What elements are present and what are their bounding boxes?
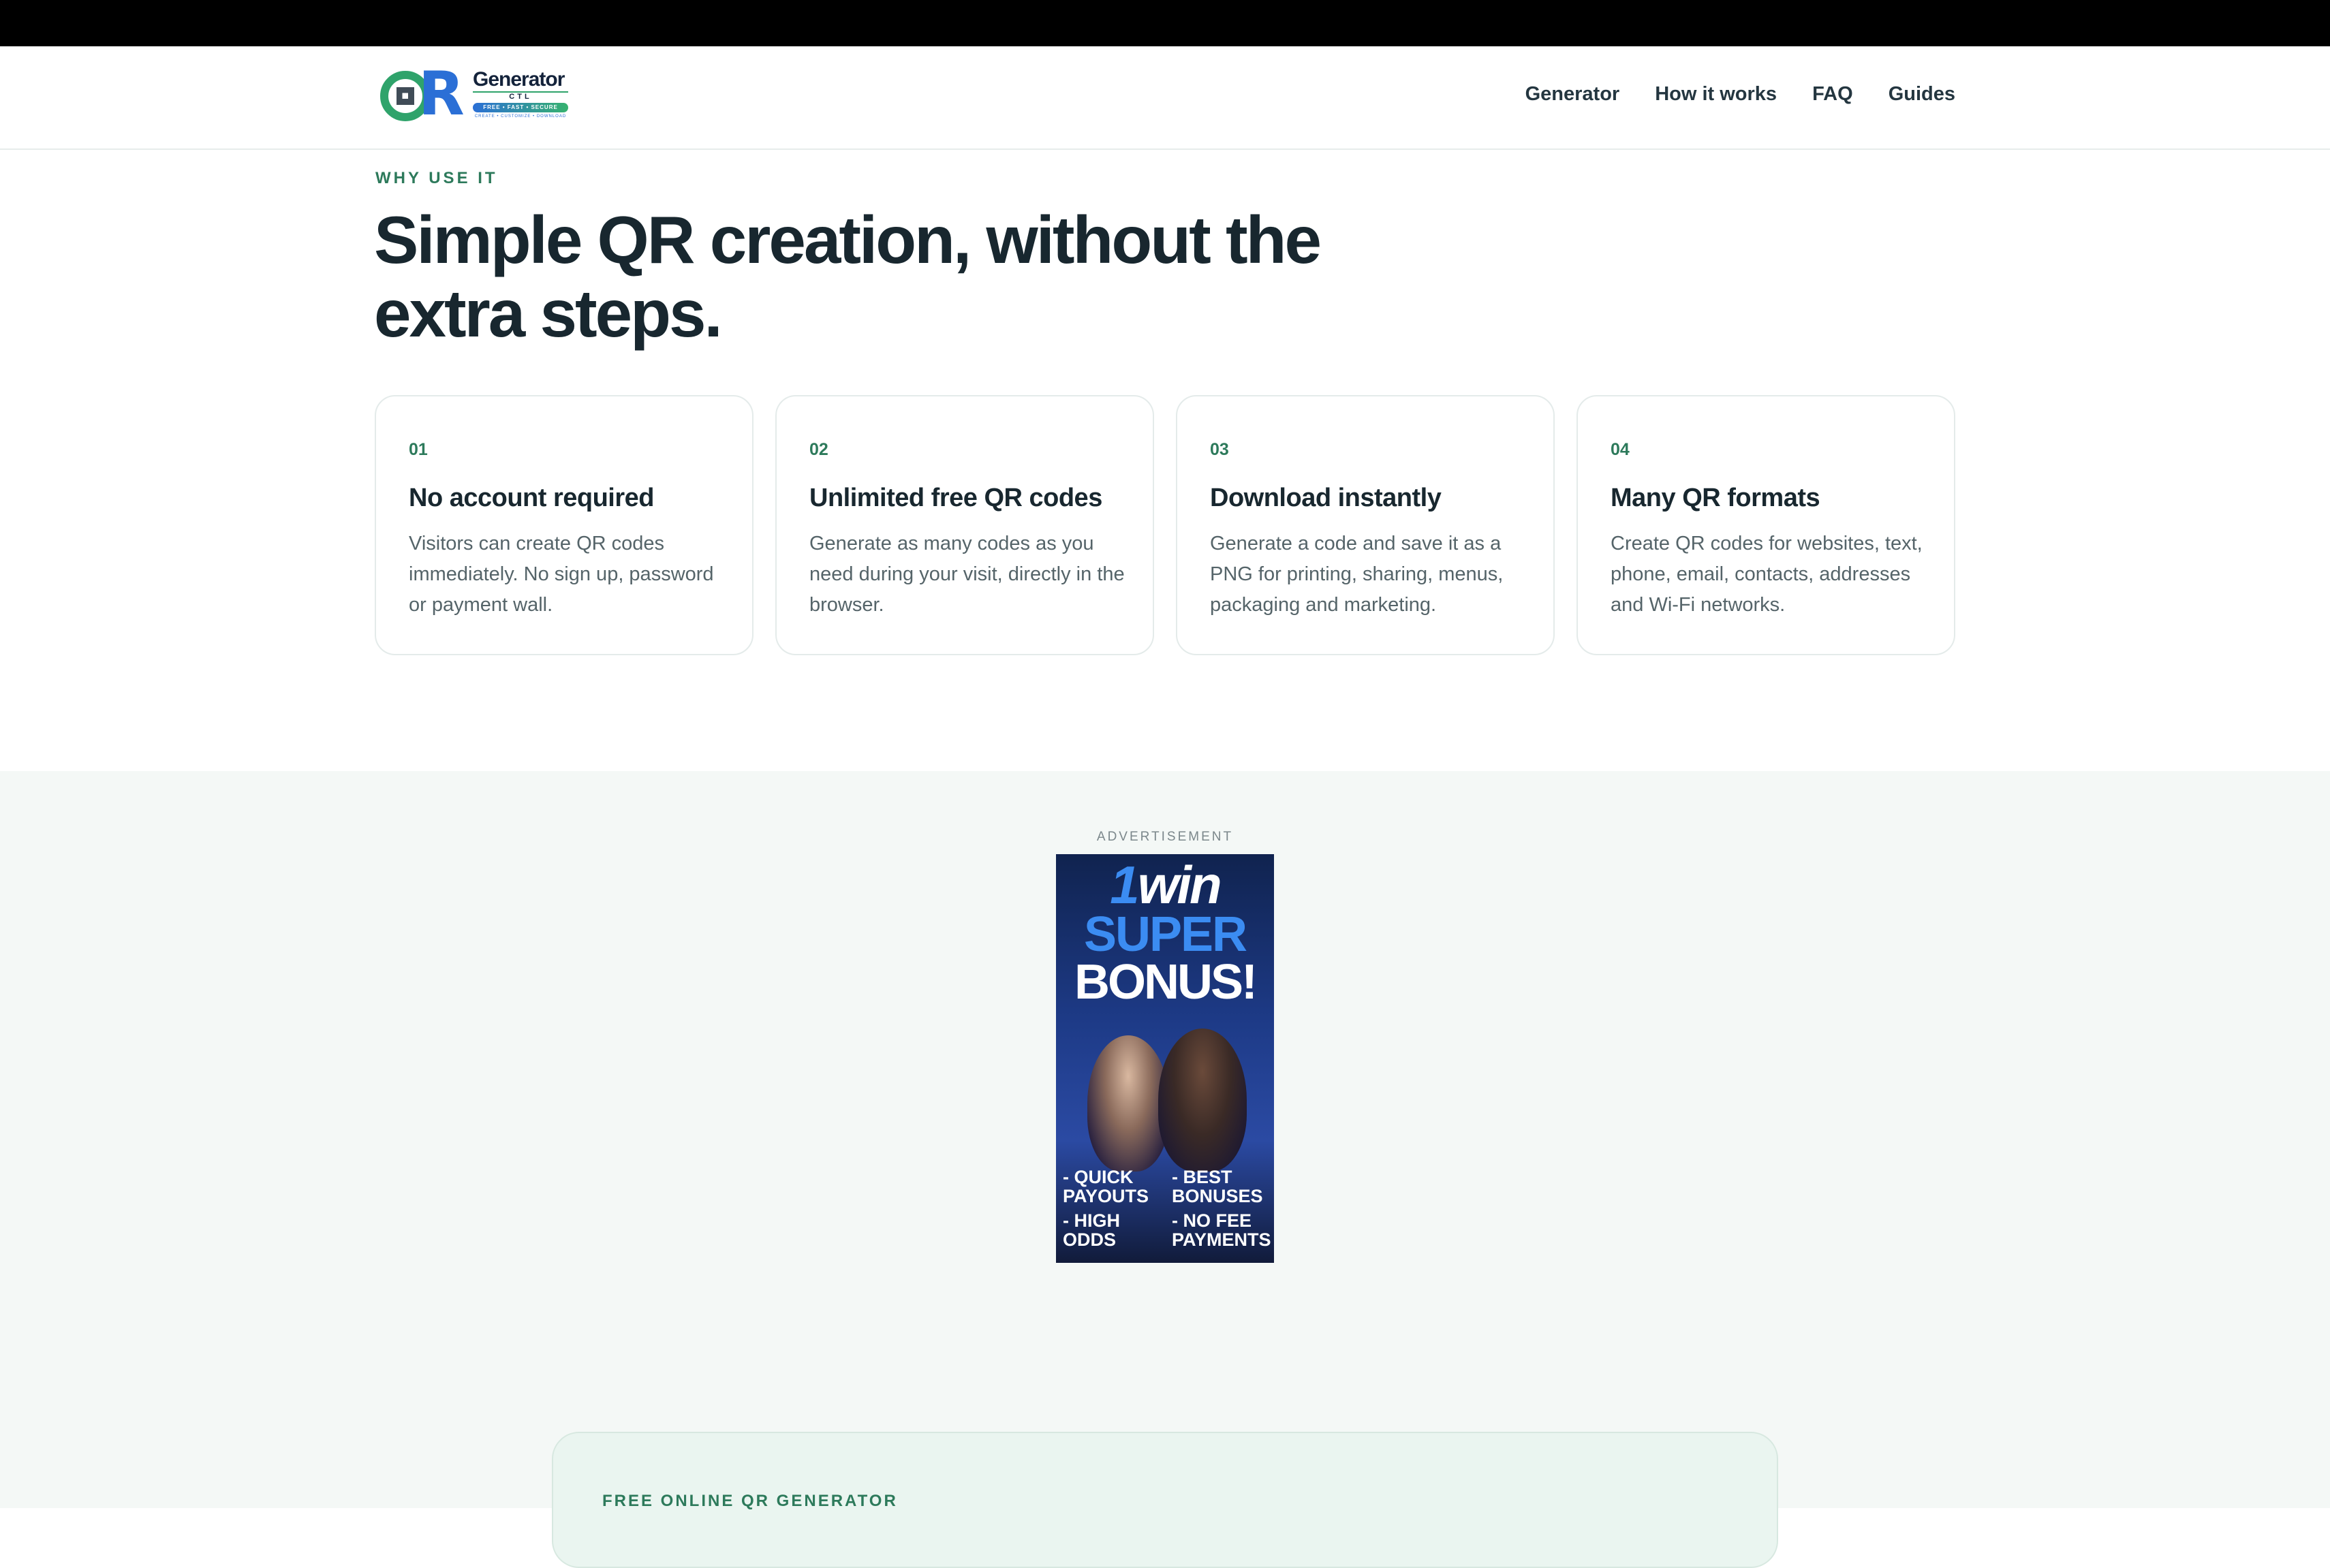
- ad-brand-one: 1: [1110, 855, 1139, 915]
- nav-guides[interactable]: Guides: [1889, 83, 1955, 106]
- card-title: Unlimited free QR codes: [809, 484, 1102, 512]
- feature-card-unlimited: 02 Unlimited free QR codes Generate as m…: [775, 395, 1154, 655]
- feature-cards: 01 No account required Visitors can crea…: [375, 395, 1955, 655]
- card-number: 01: [409, 440, 428, 459]
- ad-bullet: - NO FEE PAYMENTS: [1172, 1210, 1271, 1250]
- ad-image-figures: [1063, 1015, 1267, 1178]
- feature-card-formats: 04 Many QR formats Create QR codes for w…: [1576, 395, 1955, 655]
- card-title: Download instantly: [1210, 484, 1442, 512]
- advertisement-section: ADVERTISEMENT 1win SUPER BONUS! - QUICK …: [0, 771, 2330, 1568]
- card-description: Generate as many codes as you need durin…: [809, 533, 1125, 616]
- card-number: 04: [1611, 440, 1630, 459]
- logo-text: Generator CTL FREE • FAST • SECURE CREAT…: [473, 69, 589, 119]
- feature-card-download: 03 Download instantly Generate a code an…: [1176, 395, 1555, 655]
- nav-how-it-works[interactable]: How it works: [1655, 83, 1777, 106]
- ad-bullet: - BEST BONUSES: [1172, 1167, 1263, 1206]
- why-use-it-section: WHY USE IT Simple QR creation, without t…: [0, 150, 2330, 771]
- card-title: No account required: [409, 484, 655, 512]
- card-number: 02: [809, 440, 828, 459]
- logo-ctl-text: CTL: [473, 91, 568, 101]
- section-headline: Simple QR creation, without the extra st…: [374, 202, 1322, 351]
- ad-label: ADVERTISEMENT: [1096, 830, 1234, 844]
- main-nav: Generator How it works FAQ Guides: [1525, 83, 1955, 106]
- site-header: R Generator CTL FREE • FAST • SECURE CRE…: [0, 46, 2330, 150]
- logo-generator-text: Generator: [473, 68, 565, 91]
- ad-banner[interactable]: 1win SUPER BONUS! - QUICK PAYOUTS - BEST…: [1056, 854, 1274, 1263]
- feature-card-no-account: 01 No account required Visitors can crea…: [375, 395, 754, 655]
- logo-small-text: CREATE • CUSTOMIZE • DOWNLOAD: [474, 114, 567, 119]
- site-logo[interactable]: R Generator CTL FREE • FAST • SECURE CRE…: [380, 64, 585, 124]
- nav-generator[interactable]: Generator: [1525, 83, 1620, 106]
- ad-bullet: - HIGH ODDS: [1063, 1210, 1120, 1250]
- card-title: Many QR formats: [1611, 484, 1820, 512]
- ad-bonus-text: BONUS!: [1074, 955, 1258, 1009]
- ad-brand-rest: win: [1137, 855, 1222, 915]
- qr-logo-mark: R: [380, 64, 473, 124]
- nav-faq[interactable]: FAQ: [1812, 83, 1853, 106]
- ad-figure-left: [1087, 1035, 1169, 1172]
- top-black-bar: [0, 0, 2330, 46]
- ad-super-text: SUPER: [1083, 907, 1247, 962]
- promo-card: FREE ONLINE QR GENERATOR: [552, 1432, 1778, 1568]
- ad-figure-right: [1158, 1029, 1247, 1172]
- ad-bullet: - QUICK PAYOUTS: [1063, 1167, 1149, 1206]
- logo-pill: FREE • FAST • SECURE: [473, 103, 568, 112]
- ad-bullets: - QUICK PAYOUTS - BEST BONUSES - HIGH OD…: [1063, 1167, 1271, 1255]
- logo-r-letter: R: [418, 59, 465, 129]
- card-description: Visitors can create QR codes immediately…: [409, 533, 714, 616]
- card-description: Generate a code and save it as a PNG for…: [1210, 533, 1504, 616]
- card-number: 03: [1210, 440, 1229, 459]
- section-eyebrow: WHY USE IT: [375, 169, 498, 187]
- card-description: Create QR codes for websites, text, phon…: [1611, 533, 1923, 616]
